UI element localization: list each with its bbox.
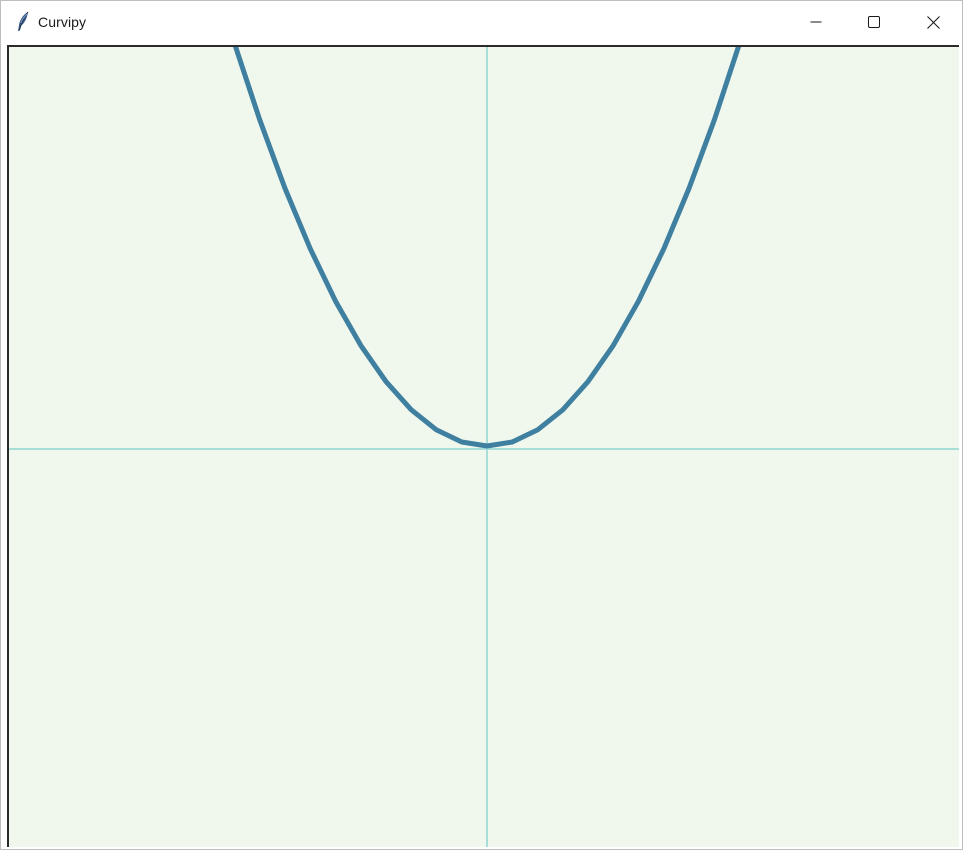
close-button[interactable] <box>904 1 962 43</box>
minimize-icon <box>810 21 822 23</box>
window-title: Curvipy <box>38 14 87 30</box>
maximize-icon <box>868 16 880 28</box>
drawing-canvas[interactable] <box>7 45 959 847</box>
app-window: Curvipy <box>0 0 963 850</box>
maximize-button[interactable] <box>845 1 903 43</box>
close-icon <box>926 15 940 29</box>
plot-area <box>9 47 959 847</box>
minimize-button[interactable] <box>787 1 845 43</box>
feather-icon <box>15 11 31 33</box>
title-bar[interactable]: Curvipy <box>1 1 962 43</box>
